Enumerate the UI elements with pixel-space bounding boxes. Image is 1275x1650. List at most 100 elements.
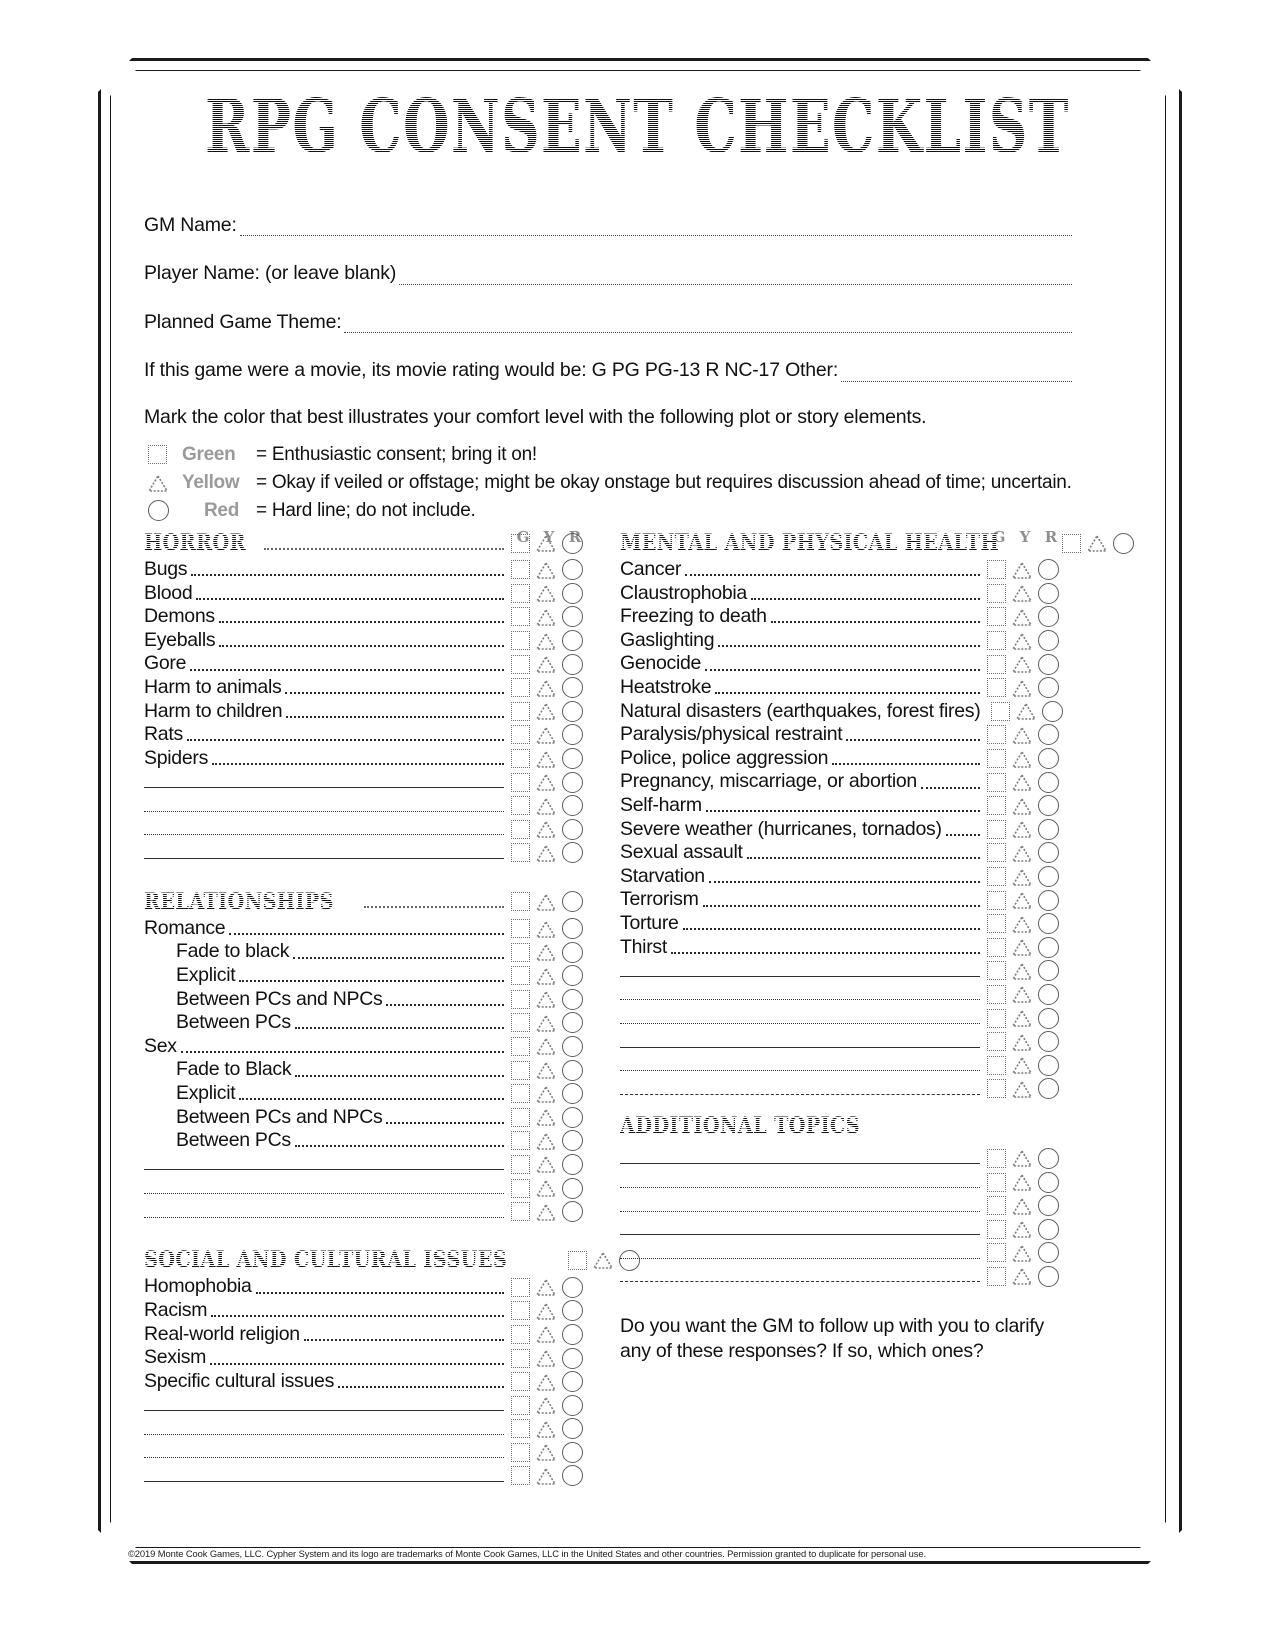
yellow-triangle-icon[interactable] [1012, 797, 1032, 815]
yellow-triangle-icon[interactable] [1012, 962, 1032, 980]
write-in-input[interactable] [144, 1470, 504, 1482]
yellow-triangle-icon[interactable] [536, 820, 556, 839]
green-square-icon[interactable] [511, 942, 530, 962]
red-circle-icon[interactable] [148, 500, 169, 521]
red-circle-icon[interactable] [562, 1347, 583, 1369]
yellow-triangle-icon[interactable] [536, 655, 556, 673]
green-square-icon[interactable] [987, 560, 1006, 580]
red-circle-icon[interactable] [1112, 532, 1134, 554]
green-square-icon[interactable] [511, 560, 530, 580]
yellow-triangle-icon[interactable] [1012, 679, 1032, 697]
green-square-icon[interactable] [987, 843, 1006, 863]
yellow-triangle-icon[interactable] [1012, 820, 1032, 839]
green-square-icon[interactable] [987, 1079, 1006, 1099]
yellow-triangle-icon[interactable] [536, 749, 556, 768]
yellow-triangle-icon[interactable] [536, 1085, 556, 1103]
red-circle-icon[interactable] [1038, 960, 1059, 982]
write-in-input[interactable] [620, 965, 980, 977]
green-square-icon[interactable] [511, 1131, 530, 1151]
red-circle-icon[interactable] [562, 988, 583, 1010]
yellow-triangle-icon[interactable] [536, 561, 556, 579]
yellow-triangle-icon[interactable] [536, 534, 556, 552]
red-circle-icon[interactable] [1038, 724, 1059, 746]
green-square-icon[interactable] [511, 796, 530, 816]
red-circle-icon[interactable] [562, 700, 583, 722]
red-circle-icon[interactable] [562, 1371, 583, 1393]
yellow-triangle-icon[interactable] [592, 1251, 613, 1270]
red-circle-icon[interactable] [1038, 1242, 1059, 1264]
green-square-icon[interactable] [987, 1243, 1006, 1263]
red-circle-icon[interactable] [1038, 559, 1059, 581]
green-square-icon[interactable] [511, 583, 530, 603]
green-square-icon[interactable] [987, 867, 1006, 887]
write-in-input[interactable] [620, 1012, 980, 1025]
yellow-triangle-icon[interactable] [1012, 985, 1032, 1004]
green-square-icon[interactable] [511, 1107, 530, 1127]
red-circle-icon[interactable] [562, 842, 583, 864]
green-square-icon[interactable] [148, 445, 167, 464]
red-circle-icon[interactable] [562, 1177, 583, 1199]
red-circle-icon[interactable] [562, 1083, 583, 1105]
yellow-triangle-icon[interactable] [536, 632, 556, 650]
green-square-icon[interactable] [511, 1013, 530, 1033]
red-circle-icon[interactable] [1038, 1171, 1059, 1193]
red-circle-icon[interactable] [562, 965, 583, 987]
write-in-input[interactable] [144, 776, 504, 789]
green-square-icon[interactable] [511, 1154, 530, 1174]
green-square-icon[interactable] [511, 1277, 530, 1297]
red-circle-icon[interactable] [1038, 771, 1059, 793]
red-circle-icon[interactable] [562, 1323, 583, 1345]
yellow-triangle-icon[interactable] [1012, 584, 1032, 603]
green-square-icon[interactable] [987, 1148, 1006, 1168]
green-square-icon[interactable] [511, 725, 530, 745]
red-circle-icon[interactable] [562, 582, 583, 604]
green-square-icon[interactable] [987, 914, 1006, 934]
yellow-triangle-icon[interactable] [1012, 1244, 1032, 1262]
yellow-triangle-icon[interactable] [536, 608, 556, 626]
yellow-triangle-icon[interactable] [536, 990, 556, 1009]
green-square-icon[interactable] [987, 984, 1006, 1004]
green-square-icon[interactable] [991, 701, 1011, 721]
green-square-icon[interactable] [511, 1202, 530, 1222]
red-circle-icon[interactable] [562, 1441, 583, 1463]
red-circle-icon[interactable] [562, 653, 583, 675]
red-circle-icon[interactable] [1038, 1031, 1059, 1053]
green-square-icon[interactable] [987, 961, 1006, 981]
green-square-icon[interactable] [987, 725, 1006, 745]
yellow-triangle-icon[interactable] [1012, 938, 1032, 957]
write-in-input[interactable] [144, 1182, 504, 1195]
red-circle-icon[interactable] [1038, 842, 1059, 864]
red-circle-icon[interactable] [562, 630, 583, 652]
green-square-icon[interactable] [987, 1196, 1006, 1216]
yellow-triangle-icon[interactable] [536, 1132, 556, 1150]
green-square-icon[interactable] [511, 1084, 530, 1104]
yellow-triangle-icon[interactable] [1012, 1220, 1032, 1239]
yellow-triangle-icon[interactable] [1012, 561, 1032, 579]
write-in-input[interactable] [620, 1176, 980, 1189]
green-square-icon[interactable] [511, 892, 530, 912]
green-square-icon[interactable] [511, 1036, 530, 1056]
green-square-icon[interactable] [511, 533, 530, 553]
red-circle-icon[interactable] [562, 918, 583, 940]
red-circle-icon[interactable] [562, 1106, 583, 1128]
form-field-input[interactable] [841, 368, 1072, 382]
yellow-triangle-icon[interactable] [536, 1061, 556, 1079]
write-in-input[interactable] [144, 1423, 504, 1435]
yellow-triangle-icon[interactable] [536, 1467, 556, 1485]
red-circle-icon[interactable] [562, 1130, 583, 1152]
yellow-triangle-icon[interactable] [1012, 726, 1032, 744]
red-circle-icon[interactable] [1038, 1007, 1059, 1029]
write-in-input[interactable] [620, 1059, 980, 1072]
yellow-triangle-icon[interactable] [536, 1325, 556, 1344]
write-in-input[interactable] [144, 1158, 504, 1171]
green-square-icon[interactable] [511, 1324, 530, 1344]
yellow-triangle-icon[interactable] [1012, 655, 1032, 673]
red-circle-icon[interactable] [1038, 889, 1059, 911]
yellow-triangle-icon[interactable] [1012, 1009, 1032, 1027]
green-square-icon[interactable] [1061, 533, 1081, 553]
green-square-icon[interactable] [987, 1219, 1006, 1239]
green-square-icon[interactable] [511, 1466, 530, 1486]
yellow-triangle-icon[interactable] [536, 1155, 556, 1174]
yellow-triangle-icon[interactable] [536, 679, 556, 697]
yellow-triangle-icon[interactable] [1012, 1056, 1032, 1075]
